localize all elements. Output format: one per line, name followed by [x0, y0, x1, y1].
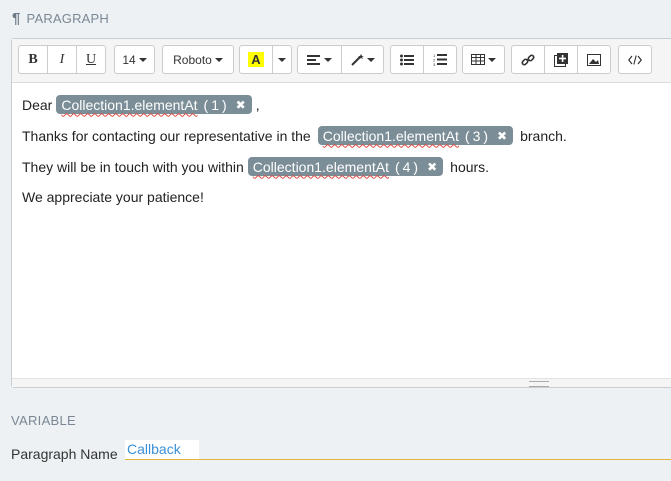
variable-chip[interactable]: Collection1.elementAt (1) ✖	[56, 95, 252, 114]
text-segment: branch.	[520, 127, 567, 144]
font-family-value: Roboto	[173, 52, 212, 67]
link-icon	[521, 53, 535, 66]
insert-image-button[interactable]	[577, 45, 611, 74]
paragraph-name-value: Callback	[125, 440, 199, 459]
numbered-list-button[interactable]: 123	[423, 45, 457, 74]
highlight-color-button[interactable]: A	[239, 45, 273, 74]
highlight-color-dropdown[interactable]	[272, 45, 292, 74]
add-box-icon	[554, 52, 568, 67]
chevron-down-icon	[488, 57, 496, 62]
code-view-icon	[628, 54, 642, 65]
text-segment: hours.	[450, 158, 490, 175]
variable-section-header: VARIABLE	[11, 413, 77, 428]
font-family-dropdown[interactable]: Roboto	[162, 45, 234, 74]
bold-button[interactable]: B	[18, 45, 48, 74]
close-icon[interactable]: ✖	[427, 158, 437, 176]
align-left-icon	[307, 54, 320, 65]
italic-button[interactable]: I	[47, 45, 77, 74]
text-segment: Dear	[22, 96, 53, 113]
magic-wand-icon	[351, 53, 364, 66]
chevron-down-icon	[214, 57, 223, 62]
chip-index: (4)	[394, 158, 422, 175]
text-segment: They will be in touch with you within	[22, 158, 244, 175]
paragraph-line: Dear Collection1.elementAt (1) ✖ ,	[22, 95, 671, 114]
chevron-down-icon	[278, 57, 286, 62]
code-view-button[interactable]	[618, 45, 652, 74]
numbered-list-icon: 123	[433, 53, 447, 66]
paragraph-name-label: Paragraph Name	[11, 446, 118, 462]
image-icon	[587, 53, 601, 66]
bullet-list-button[interactable]	[390, 45, 424, 74]
style-dropdown[interactable]	[341, 45, 384, 74]
bullet-list-icon	[400, 54, 414, 65]
text-segment: We appreciate your patience!	[22, 189, 204, 205]
chip-index: (3)	[464, 127, 492, 144]
paragraph-line: We appreciate your patience!	[22, 188, 671, 206]
underline-button[interactable]: U	[76, 45, 106, 74]
text-segment: Thanks for contacting our representative…	[22, 127, 311, 144]
editor-resize-handle[interactable]	[12, 378, 671, 387]
font-size-value: 14	[122, 52, 136, 67]
paragraph-name-field[interactable]: Callback	[125, 440, 671, 460]
paragraph-section-header: ¶ PARAGRAPH	[12, 10, 109, 27]
editor-toolbar: B I U 14 Roboto A 123	[12, 39, 671, 83]
section-title: PARAGRAPH	[26, 11, 110, 26]
highlight-icon: A	[248, 52, 264, 67]
editor-content[interactable]: Dear Collection1.elementAt (1) ✖ , Thank…	[12, 83, 671, 230]
paragraph-line: Thanks for contacting our representative…	[22, 126, 671, 145]
link-button[interactable]	[511, 45, 545, 74]
chip-index: (1)	[203, 96, 230, 113]
chip-variable-name: Collection1.elementAt	[252, 158, 389, 175]
rich-text-editor[interactable]: B I U 14 Roboto A 123 Dear Collection1.e…	[11, 38, 671, 388]
variable-chip[interactable]: Collection1.elementAt (3) ✖	[317, 126, 514, 145]
close-icon[interactable]: ✖	[497, 127, 507, 145]
chevron-down-icon	[324, 57, 332, 62]
paragraph-line: They will be in touch with you within Co…	[22, 157, 671, 176]
svg-text:3: 3	[433, 62, 436, 66]
grip-icon	[529, 381, 549, 387]
chevron-down-icon	[138, 57, 147, 62]
text-segment: ,	[255, 96, 260, 113]
table-icon	[471, 54, 485, 65]
font-size-dropdown[interactable]: 14	[114, 45, 155, 74]
chip-variable-name: Collection1.elementAt	[322, 127, 459, 144]
chevron-down-icon	[367, 57, 375, 62]
table-dropdown[interactable]	[462, 45, 505, 74]
align-dropdown[interactable]	[297, 45, 342, 74]
chip-variable-name: Collection1.elementAt	[61, 96, 198, 113]
close-icon[interactable]: ✖	[236, 96, 246, 114]
variable-chip[interactable]: Collection1.elementAt (4) ✖	[247, 157, 444, 176]
insert-box-button[interactable]	[544, 45, 578, 74]
pilcrow-icon: ¶	[12, 10, 21, 27]
